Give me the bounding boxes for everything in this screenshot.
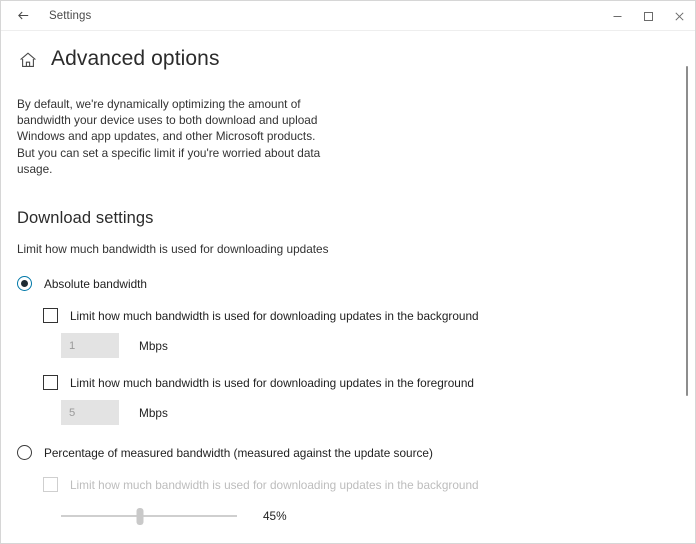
vertical-scrollbar[interactable] (683, 32, 691, 542)
unit-absolute-background: Mbps (139, 338, 168, 353)
download-settings-heading: Download settings (17, 209, 154, 228)
radio-percentage-label: Percentage of measured bandwidth (measur… (44, 445, 433, 460)
page-header: Advanced options (1, 31, 695, 75)
slider-thumb-background[interactable] (136, 507, 144, 525)
checkbox-percentage-background[interactable]: Limit how much bandwidth is used for dow… (43, 477, 677, 493)
content-area: By default, we're dynamically optimizing… (1, 96, 695, 543)
unit-absolute-foreground: Mbps (139, 405, 168, 420)
field-row-absolute-foreground: 5 Mbps (61, 400, 677, 426)
intro-paragraph: By default, we're dynamically optimizing… (17, 97, 321, 176)
slider-row-percentage-background: 45% (61, 506, 677, 526)
slider-percentage-background[interactable] (61, 506, 237, 526)
scrollbar-thumb[interactable] (686, 66, 688, 396)
radio-absolute-indicator (17, 276, 32, 292)
input-absolute-foreground-mbps[interactable]: 5 (61, 400, 119, 426)
radio-absolute-bandwidth[interactable]: Absolute bandwidth (17, 276, 677, 292)
checkbox-absolute-foreground-box (43, 375, 58, 391)
window-controls (602, 1, 695, 31)
close-button[interactable] (664, 1, 695, 31)
slider-track-background (61, 515, 237, 517)
checkbox-absolute-background-box (43, 308, 58, 324)
settings-window: Settings Advanced options By default, we… (0, 0, 696, 544)
radio-absolute-label: Absolute bandwidth (44, 276, 147, 291)
home-icon[interactable] (17, 49, 39, 71)
checkbox-percentage-background-label: Limit how much bandwidth is used for dow… (70, 477, 479, 492)
checkbox-absolute-foreground[interactable]: Limit how much bandwidth is used for dow… (43, 375, 677, 391)
slider-value-background: 45% (263, 509, 287, 524)
checkbox-absolute-foreground-label: Limit how much bandwidth is used for dow… (70, 375, 474, 390)
app-title: Settings (49, 9, 92, 22)
input-absolute-background-mbps[interactable]: 1 (61, 333, 119, 359)
radio-percentage-indicator (17, 445, 32, 461)
minimize-button[interactable] (602, 1, 633, 31)
checkbox-percentage-background-box (43, 477, 58, 493)
back-arrow-icon[interactable] (7, 2, 39, 30)
field-row-absolute-background: 1 Mbps (61, 333, 677, 359)
download-settings-subtitle: Limit how much bandwidth is used for dow… (17, 242, 329, 257)
radio-percentage-bandwidth[interactable]: Percentage of measured bandwidth (measur… (17, 445, 677, 461)
maximize-button[interactable] (633, 1, 664, 31)
checkbox-absolute-background[interactable]: Limit how much bandwidth is used for dow… (43, 308, 677, 324)
title-bar: Settings (1, 1, 695, 31)
checkbox-absolute-background-label: Limit how much bandwidth is used for dow… (70, 308, 479, 323)
page-title: Advanced options (51, 47, 220, 70)
